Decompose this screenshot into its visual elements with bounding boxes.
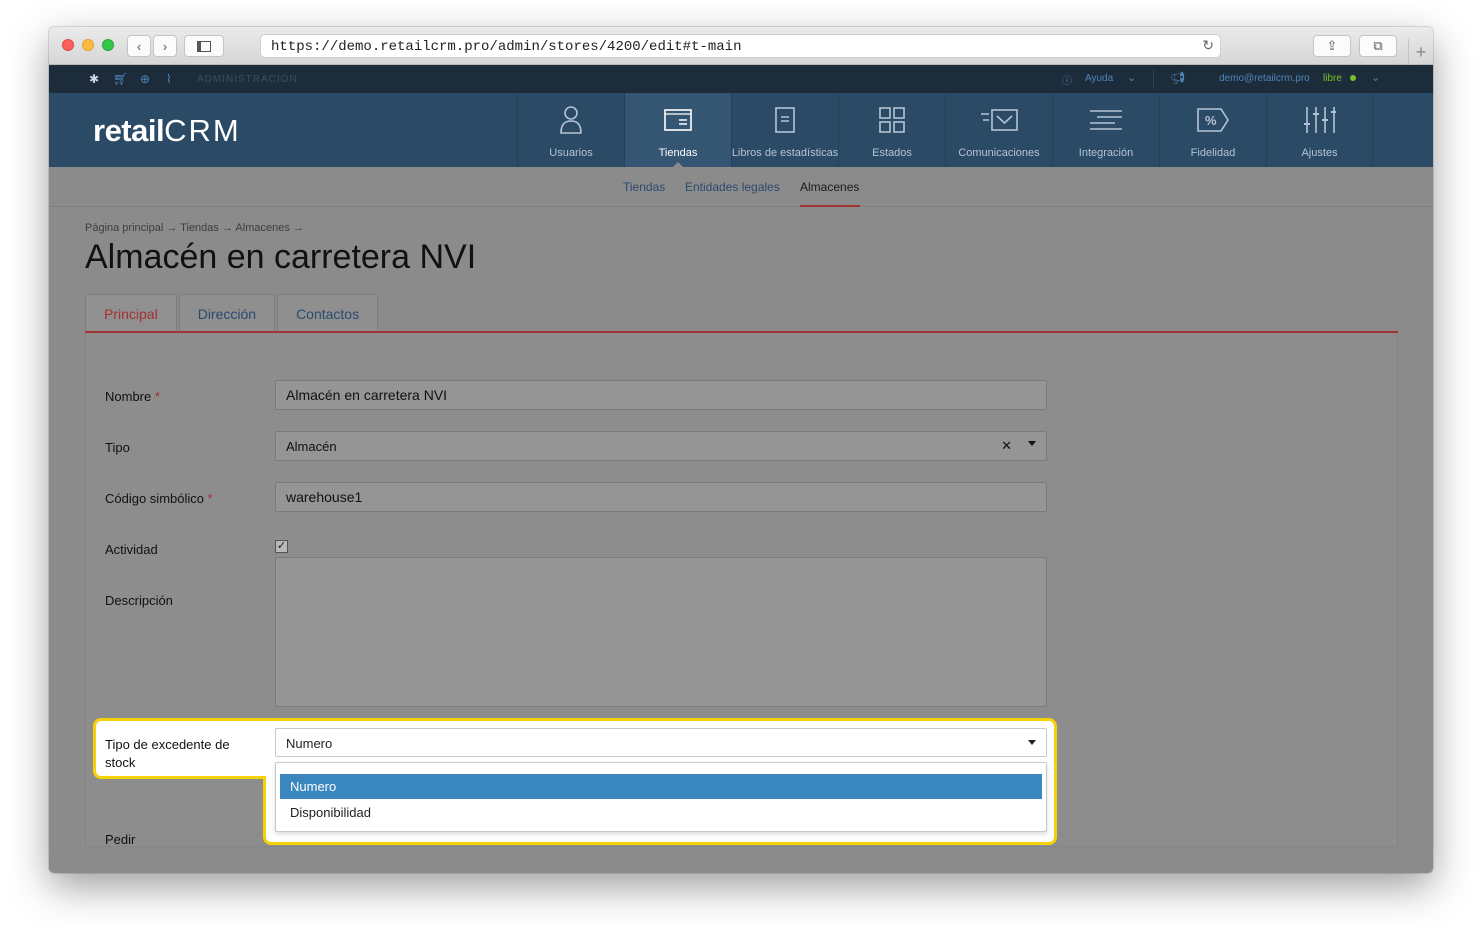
- nav-label: Libros de estadísticas: [731, 147, 839, 159]
- forward-button[interactable]: ›: [153, 35, 177, 57]
- activity-checkbox[interactable]: ✓: [275, 540, 288, 553]
- back-button[interactable]: ‹: [127, 35, 151, 57]
- description-label: Descripción: [105, 593, 173, 608]
- grid-icon: [879, 105, 905, 135]
- sliders-icon: [1303, 105, 1336, 135]
- message-icon: [980, 105, 1018, 135]
- dropdown-option-numero[interactable]: Numero: [280, 774, 1042, 799]
- close-window-button[interactable]: [62, 39, 74, 51]
- nav-label: Fidelidad: [1190, 147, 1236, 159]
- user-email[interactable]: demo@retailcrm.pro: [1219, 73, 1310, 84]
- active-subnav-indicator: [800, 205, 860, 207]
- code-label: Código simbólico *: [105, 491, 213, 506]
- share-icon: ⇪: [1326, 38, 1338, 53]
- tab-principal[interactable]: Principal: [85, 294, 177, 332]
- description-textarea[interactable]: [275, 557, 1047, 707]
- chart-icon[interactable]: ⌇: [166, 72, 172, 86]
- user-icon: [559, 105, 583, 135]
- caret-down-icon[interactable]: [1028, 740, 1036, 745]
- stock-type-dropdown: Numero Disponibilidad: [275, 762, 1047, 832]
- name-label: Nombre *: [105, 389, 160, 404]
- help-link[interactable]: Ayuda: [1085, 73, 1113, 84]
- type-select[interactable]: Almacén ✕: [275, 431, 1047, 461]
- admin-section-label: ADMINISTRACIÓN: [197, 74, 298, 85]
- browser-toolbar: ‹ › https://demo.retailcrm.pro/admin/sto…: [49, 27, 1433, 65]
- subnav-tiendas[interactable]: Tiendas: [623, 180, 665, 194]
- chevron-left-icon: ‹: [136, 38, 142, 54]
- logo-text-crm: CRM: [164, 113, 241, 148]
- nav-item-tiendas[interactable]: Tiendas: [624, 93, 731, 168]
- logo-text: retail: [93, 113, 165, 148]
- subnav-entidades-legales[interactable]: Entidades legales: [685, 180, 780, 194]
- divider: [1153, 70, 1154, 88]
- nav-label: Estados: [872, 147, 912, 159]
- checkmark-icon: ✓: [276, 540, 287, 552]
- caret-down-icon[interactable]: [1028, 441, 1036, 446]
- megaphone-icon[interactable]: 📢︎: [1170, 71, 1185, 85]
- gear-icon[interactable]: ✱: [89, 72, 99, 86]
- nav-item-fidelidad[interactable]: % Fidelidad: [1159, 93, 1266, 167]
- stock-type-label: Tipo de excedente de stock: [105, 737, 230, 770]
- type-label: Tipo: [105, 440, 130, 455]
- tab-direccion[interactable]: Dirección: [178, 294, 276, 332]
- type-select-value: Almacén: [286, 439, 337, 454]
- breadcrumb[interactable]: Página principal → Tiendas → Almacenes →: [85, 222, 304, 234]
- browser-window: ‹ › https://demo.retailcrm.pro/admin/sto…: [49, 27, 1433, 873]
- retailcrm-logo[interactable]: retailCRM: [93, 113, 241, 149]
- tab-contactos[interactable]: Contactos: [277, 294, 379, 332]
- stock-type-select[interactable]: Numero: [275, 728, 1047, 757]
- tabs-overview-button[interactable]: ⧉: [1359, 35, 1397, 57]
- main-navbar: retailCRM Usuarios Tiendas Libros de est…: [49, 93, 1433, 168]
- nav-label: Integración: [1078, 147, 1134, 159]
- address-bar[interactable]: https://demo.retailcrm.pro/admin/stores/…: [260, 34, 1221, 58]
- nav-item-comunicaciones[interactable]: Comunicaciones: [945, 93, 1052, 167]
- nav-item-libros[interactable]: Libros de estadísticas: [731, 93, 838, 167]
- order-label: Pedir: [105, 832, 136, 847]
- chevron-down-icon[interactable]: ⌄: [1127, 71, 1136, 84]
- cart-icon[interactable]: 🛒︎: [113, 72, 128, 86]
- tabs-icon: ⧉: [1373, 38, 1383, 53]
- store-icon: [664, 105, 692, 135]
- page-title: Almacén en carretera NVI: [85, 238, 477, 276]
- highlight-joint: [261, 721, 269, 776]
- minimize-window-button[interactable]: [82, 39, 94, 51]
- target-icon[interactable]: ⊕: [140, 72, 150, 86]
- chevron-right-icon: ›: [162, 38, 168, 54]
- sidebar-icon: [197, 40, 211, 52]
- dropdown-option-disponibilidad[interactable]: Disponibilidad: [280, 800, 1042, 825]
- nav-label: Comunicaciones: [958, 147, 1040, 159]
- sub-navigation: Tiendas Entidades legales Almacenes: [49, 167, 1433, 207]
- status-dot: [1350, 75, 1356, 81]
- nav-item-estados[interactable]: Estados: [838, 93, 945, 167]
- svg-text:%: %: [1205, 113, 1217, 128]
- nav-item-usuarios[interactable]: Usuarios: [517, 93, 624, 167]
- admin-bar: ✱ 🛒︎ ⊕ ⌇ ADMINISTRACIÓN ⓘ Ayuda ⌄ 📢︎ dem…: [49, 65, 1433, 93]
- reload-icon[interactable]: ↻: [1202, 37, 1214, 54]
- form-tabs: Principal Dirección Contactos: [85, 294, 380, 333]
- plan-label: libre: [1323, 73, 1342, 84]
- code-field[interactable]: warehouse1: [275, 482, 1047, 512]
- page-content: Tiendas Entidades legales Almacenes Pági…: [49, 167, 1433, 873]
- book-icon: [775, 105, 795, 135]
- subnav-almacenes[interactable]: Almacenes: [800, 180, 859, 194]
- sidebar-toggle-button[interactable]: [184, 35, 224, 57]
- nav-item-integracion[interactable]: Integración: [1052, 93, 1159, 167]
- chevron-down-icon[interactable]: ⌄: [1371, 71, 1380, 84]
- nav-label: Usuarios: [549, 147, 593, 159]
- new-tab-button[interactable]: +: [1408, 39, 1433, 65]
- percent-icon: %: [1197, 105, 1229, 135]
- nav-label: Ajustes: [1301, 147, 1338, 159]
- name-field[interactable]: Almacén en carretera NVI: [275, 380, 1047, 410]
- share-button[interactable]: ⇪: [1313, 35, 1351, 57]
- nav-label: Tiendas: [658, 147, 698, 159]
- zoom-window-button[interactable]: [102, 39, 114, 51]
- activity-label: Actividad: [105, 542, 158, 557]
- lines-icon: [1089, 105, 1123, 135]
- nav-item-ajustes[interactable]: Ajustes: [1266, 93, 1373, 167]
- plus-icon: +: [1415, 41, 1427, 62]
- url-text: https://demo.retailcrm.pro/admin/stores/…: [271, 39, 742, 55]
- stock-type-value: Numero: [286, 736, 333, 751]
- clear-icon[interactable]: ✕: [1001, 438, 1012, 454]
- help-icon[interactable]: ⓘ: [1062, 72, 1072, 87]
